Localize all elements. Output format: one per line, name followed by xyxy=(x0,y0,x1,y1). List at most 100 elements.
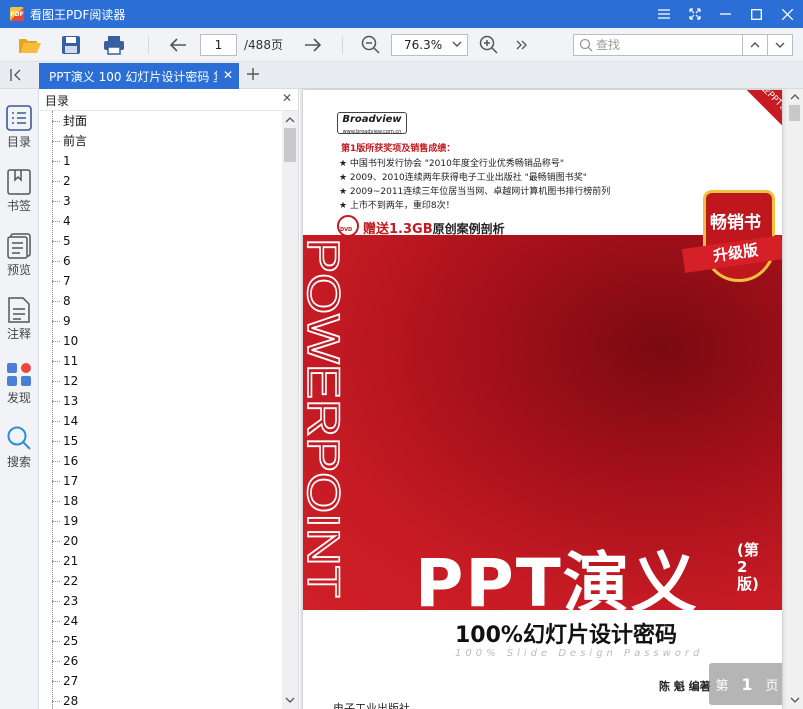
outline-item[interactable]: 14 xyxy=(39,411,283,431)
search-prev-icon[interactable] xyxy=(742,35,767,55)
close-icon[interactable]: ✕ xyxy=(223,68,233,82)
collapse-sidebar-icon[interactable] xyxy=(10,68,26,85)
chevron-down-icon xyxy=(451,38,463,53)
app-logo-icon: PDF xyxy=(10,7,24,21)
outline-item[interactable]: 23 xyxy=(39,591,283,611)
outline-item[interactable]: 13 xyxy=(39,391,283,411)
outline-title: 目录 xyxy=(45,94,70,108)
minimize-button[interactable] xyxy=(710,0,741,28)
page-total-label: /488页 xyxy=(244,38,283,52)
svg-text:POWERPOINT: POWERPOINT xyxy=(303,238,348,598)
outline-item[interactable]: 12 xyxy=(39,371,283,391)
rail-item-contents[interactable]: 目录 xyxy=(0,105,38,165)
rail-item-annotations[interactable]: 注释 xyxy=(0,297,38,357)
dvd-bonus-text: 赠送1.3GB原创案例剖析 xyxy=(363,222,505,237)
outline-item[interactable]: 25 xyxy=(39,631,283,651)
zoom-out-icon[interactable] xyxy=(359,33,383,57)
outline-item[interactable]: 15 xyxy=(39,431,283,451)
outline-item[interactable]: 3 xyxy=(39,191,283,211)
outline-item[interactable]: 11 xyxy=(39,351,283,371)
close-button[interactable] xyxy=(772,0,803,28)
next-page-icon[interactable] xyxy=(301,33,325,57)
book-title: PPT演义 xyxy=(415,545,699,622)
outline-panel: 目录 ✕ 封面 前言 1 2 3 4 5 6 7 8 9 10 11 12 13 14 15 16 17 18 19 20… xyxy=(39,89,299,709)
outline-item[interactable]: 8 xyxy=(39,291,283,311)
outline-item[interactable]: 21 xyxy=(39,551,283,571)
outline-list: 封面 前言 1 2 3 4 5 6 7 8 9 10 11 12 13 14 15 16 17 18 19 20 21 22 2… xyxy=(39,111,283,709)
outline-item[interactable]: 16 xyxy=(39,451,283,471)
outline-item[interactable]: 6 xyxy=(39,251,283,271)
search-icon xyxy=(7,426,31,450)
outline-item[interactable]: 9 xyxy=(39,311,283,331)
open-folder-icon[interactable] xyxy=(16,33,44,57)
page-indicator-number: 1 xyxy=(741,674,753,694)
zoom-select[interactable]: 76.3% xyxy=(391,34,468,56)
outline-item[interactable]: 18 xyxy=(39,491,283,511)
outline-item[interactable]: 26 xyxy=(39,651,283,671)
outline-item[interactable]: 19 xyxy=(39,511,283,531)
award-item: ★ 中国书刊发行协会 "2010年度全行业优秀畅销品称号" xyxy=(339,159,564,169)
maximize-button[interactable] xyxy=(741,0,772,28)
left-rail: 目录 书签 预览 注释 发现 搜索 xyxy=(0,89,39,709)
page-number-input[interactable]: 1 xyxy=(200,34,237,56)
fullscreen-icon[interactable] xyxy=(679,0,710,28)
rail-item-discover[interactable]: 发现 xyxy=(0,361,38,421)
outline-item[interactable]: 10 xyxy=(39,331,283,351)
search-next-icon[interactable] xyxy=(767,35,792,55)
award-item: ★ 2009、2010连续两年获得电子工业出版社 "最畅销图书奖" xyxy=(339,173,587,183)
outline-scrollbar[interactable] xyxy=(282,111,298,709)
tab-document[interactable]: PPT演义 100 幻灯片设计密码 复 ✕ xyxy=(39,63,239,89)
scroll-down-icon[interactable] xyxy=(282,693,298,707)
vertical-powerpoint-text: POWERPOINT xyxy=(303,238,348,599)
outline-item[interactable]: 7 xyxy=(39,271,283,291)
scrollbar-thumb[interactable] xyxy=(789,105,800,121)
zoom-value: 76.3% xyxy=(404,38,443,52)
toolbar-separator xyxy=(342,36,343,54)
outline-item[interactable]: 20 xyxy=(39,531,283,551)
rail-label: 目录 xyxy=(6,135,31,149)
outline-item[interactable]: 24 xyxy=(39,611,283,631)
outline-item[interactable]: 28 xyxy=(39,691,283,709)
publisher-brand-logo: Broadview www.broadview.com.cn xyxy=(337,112,407,135)
outline-item[interactable]: 22 xyxy=(39,571,283,591)
rail-item-bookmarks[interactable]: 书签 xyxy=(0,169,38,229)
close-icon[interactable]: ✕ xyxy=(282,91,292,105)
toolbar-separator xyxy=(148,36,149,54)
outline-item[interactable]: 17 xyxy=(39,471,283,491)
outline-item[interactable]: 1 xyxy=(39,151,283,171)
page-indicator-prefix: 第 xyxy=(715,678,729,694)
scrollbar-thumb[interactable] xyxy=(284,128,296,162)
corner-ribbon: 中国专业PPT领跑 xyxy=(709,90,782,152)
title-bar: PDF 看图王PDF阅读器 xyxy=(0,0,803,28)
search-input[interactable]: 查找 xyxy=(573,34,793,56)
dvd-icon: DVD xyxy=(337,215,359,237)
author: 陈 魁 编著 xyxy=(659,680,711,693)
print-icon[interactable] xyxy=(100,33,128,57)
rail-item-preview[interactable]: 预览 xyxy=(0,233,38,293)
document-view[interactable]: Broadview www.broadview.com.cn 第1版所获奖项及销… xyxy=(300,89,803,709)
zoom-in-icon[interactable] xyxy=(477,33,501,57)
scroll-down-icon[interactable] xyxy=(786,693,803,707)
more-tools-icon[interactable] xyxy=(512,33,532,57)
discover-apps-icon xyxy=(7,363,31,386)
outline-item[interactable]: 封面 xyxy=(39,111,283,131)
document-scrollbar[interactable] xyxy=(786,89,803,709)
award-item: ★ 上市不到两年，重印8次！ xyxy=(339,201,455,211)
outline-item[interactable]: 27 xyxy=(39,671,283,691)
menu-icon[interactable] xyxy=(648,0,679,28)
rail-item-search[interactable]: 搜索 xyxy=(0,425,38,485)
outline-header: 目录 ✕ xyxy=(39,89,298,111)
outline-item[interactable]: 4 xyxy=(39,211,283,231)
bookmark-icon xyxy=(7,169,31,195)
tab-title: PPT演义 100 幻灯片设计密码 复 xyxy=(49,69,217,84)
new-tab-icon[interactable] xyxy=(246,67,260,84)
save-icon[interactable] xyxy=(58,33,84,57)
scroll-up-icon[interactable] xyxy=(786,90,803,104)
scroll-up-icon[interactable] xyxy=(282,113,298,127)
outline-item[interactable]: 5 xyxy=(39,231,283,251)
rail-label: 预览 xyxy=(6,263,31,277)
outline-item[interactable]: 前言 xyxy=(39,131,283,151)
outline-item[interactable]: 2 xyxy=(39,171,283,191)
prev-page-icon[interactable] xyxy=(166,33,190,57)
page-indicator: 第 1 页 xyxy=(709,663,782,705)
